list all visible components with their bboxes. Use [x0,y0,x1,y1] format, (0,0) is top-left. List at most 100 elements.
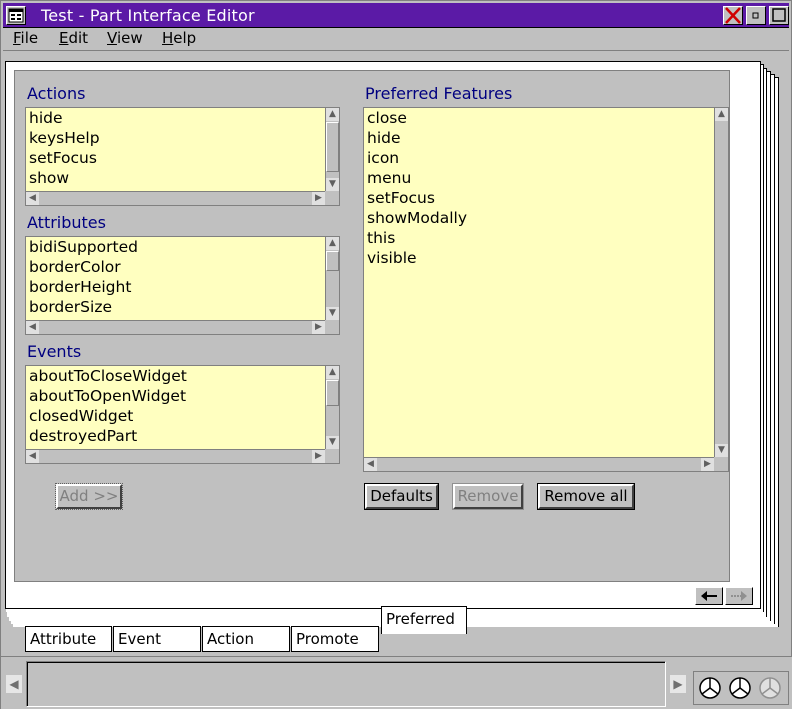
scroll-up-icon[interactable]: ▲ [326,108,339,121]
list-item[interactable]: aboutToOpenWidget [26,386,187,406]
close-window-button[interactable] [723,6,743,25]
list-item[interactable]: close [364,108,467,128]
maximize-button[interactable] [769,6,789,25]
attributes-label: Attributes [27,213,106,232]
scroll-right-icon[interactable]: ▶ [701,458,714,471]
scroll-down-icon[interactable]: ▼ [326,178,339,191]
minimize-button[interactable] [746,6,766,25]
menu-help[interactable]: Help [162,29,196,47]
list-item[interactable]: closedWidget [26,406,187,426]
add-button[interactable]: Add >> [55,483,123,510]
tab-preferred[interactable]: Preferred [381,606,467,634]
scroll-thumb[interactable] [326,122,339,172]
attributes-list-items: bidiSupported borderColor borderHeight b… [26,237,138,317]
preferred-features-label: Preferred Features [365,84,513,103]
events-list-items: aboutToCloseWidget aboutToOpenWidget clo… [26,366,187,446]
menu-edit[interactable]: Edit [59,29,88,47]
previous-page-button[interactable] [695,587,723,605]
list-item[interactable]: menu [364,168,467,188]
list-item[interactable]: borderColor [26,257,138,277]
attributes-listbox[interactable]: bidiSupported borderColor borderHeight b… [25,236,340,335]
menu-help-mnemonic: H [162,29,174,47]
menu-edit-label: dit [68,29,89,47]
list-item[interactable]: borderSize [26,297,138,317]
tab-attribute[interactable]: Attribute [25,626,112,652]
scroll-left-icon[interactable]: ◀ [26,192,39,205]
events-vertical-scrollbar[interactable]: ▲ ▼ [325,366,339,449]
list-item[interactable]: keysHelp [26,128,100,148]
scroll-down-icon[interactable]: ▼ [326,436,339,449]
menu-view-label: iew [116,29,143,47]
scroll-thumb[interactable] [326,251,339,271]
scroll-down-icon[interactable]: ▼ [715,444,728,457]
minimize-icon [752,12,759,19]
events-listbox[interactable]: aboutToCloseWidget aboutToOpenWidget clo… [25,365,340,464]
scroll-down-icon[interactable]: ▼ [326,307,339,320]
scroll-right-icon[interactable]: ▶ [312,192,325,205]
tab-action[interactable]: Action [202,626,290,652]
scroll-right-icon[interactable]: ▶ [312,321,325,334]
list-item[interactable]: setFocus [364,188,467,208]
remove-all-button[interactable]: Remove all [537,483,635,510]
close-icon [725,7,741,24]
list-item[interactable]: bidiSupported [26,237,138,257]
pie-chart-icon[interactable] [698,676,722,700]
menu-file[interactable]: File [13,29,38,47]
actions-horizontal-scrollbar[interactable]: ◀ ▶ [26,191,325,205]
list-item[interactable]: visible [364,248,467,268]
tab-event[interactable]: Event [113,626,201,652]
list-item[interactable]: aboutToCloseWidget [26,366,187,386]
arrow-left-icon [701,591,717,601]
list-item[interactable]: setFocus [26,148,100,168]
list-item[interactable]: show [26,168,100,188]
system-menu-icon[interactable] [6,6,26,25]
scroll-up-icon[interactable]: ▲ [326,237,339,250]
scroll-right-icon[interactable]: ▶ [312,450,325,463]
scroll-corner [325,320,339,334]
title-bar[interactable]: Test - Part Interface Editor [3,3,789,28]
menu-view[interactable]: View [107,29,143,47]
tab-promote[interactable]: Promote [291,626,379,652]
pie-chart-icon[interactable] [728,676,752,700]
window-title: Test - Part Interface Editor [41,6,255,25]
scroll-up-icon[interactable]: ▲ [715,108,728,121]
scroll-corner [325,191,339,205]
part-interface-editor-window: Test - Part Interface Editor File Edit V… [0,0,792,709]
status-scroll-left-icon[interactable]: ◀ [6,675,22,693]
preferred-features-listbox[interactable]: close hide icon menu setFocus showModall… [363,107,729,472]
scroll-up-icon[interactable]: ▲ [326,366,339,379]
defaults-button[interactable]: Defaults [364,483,439,510]
menu-view-mnemonic: V [107,29,117,47]
scroll-corner [325,449,339,463]
pie-chart-disabled-icon[interactable] [758,676,782,700]
status-scroll-right-icon[interactable]: ▶ [670,675,686,693]
attributes-horizontal-scrollbar[interactable]: ◀ ▶ [26,320,325,334]
preferred-horizontal-scrollbar[interactable]: ◀ ▶ [364,457,714,471]
scroll-thumb[interactable] [326,380,339,406]
menu-file-mnemonic: F [13,29,21,47]
menu-help-label: elp [173,29,197,47]
actions-list-items: hide keysHelp setFocus show [26,108,100,188]
scroll-corner [714,457,728,471]
list-item[interactable]: destroyedPart [26,426,187,446]
events-horizontal-scrollbar[interactable]: ◀ ▶ [26,449,325,463]
actions-listbox[interactable]: hide keysHelp setFocus show ▲ ▼ ◀ ▶ [25,107,340,206]
list-item[interactable]: showModally [364,208,467,228]
list-item[interactable]: this [364,228,467,248]
arrow-right-icon [731,591,747,601]
next-page-button[interactable] [725,587,753,605]
actions-vertical-scrollbar[interactable]: ▲ ▼ [325,108,339,191]
status-area: ◀ ▶ [1,656,792,709]
list-item[interactable]: hide [364,128,467,148]
list-item[interactable]: hide [26,108,100,128]
scroll-left-icon[interactable]: ◀ [26,321,39,334]
scroll-left-icon[interactable]: ◀ [364,458,377,471]
list-item[interactable]: borderHeight [26,277,138,297]
preferred-list-items: close hide icon menu setFocus showModall… [364,108,467,268]
preferred-vertical-scrollbar[interactable]: ▲ ▼ [714,108,728,457]
remove-button[interactable]: Remove [452,483,524,510]
actions-label: Actions [27,84,86,103]
list-item[interactable]: icon [364,148,467,168]
scroll-left-icon[interactable]: ◀ [26,450,39,463]
attributes-vertical-scrollbar[interactable]: ▲ ▼ [325,237,339,320]
